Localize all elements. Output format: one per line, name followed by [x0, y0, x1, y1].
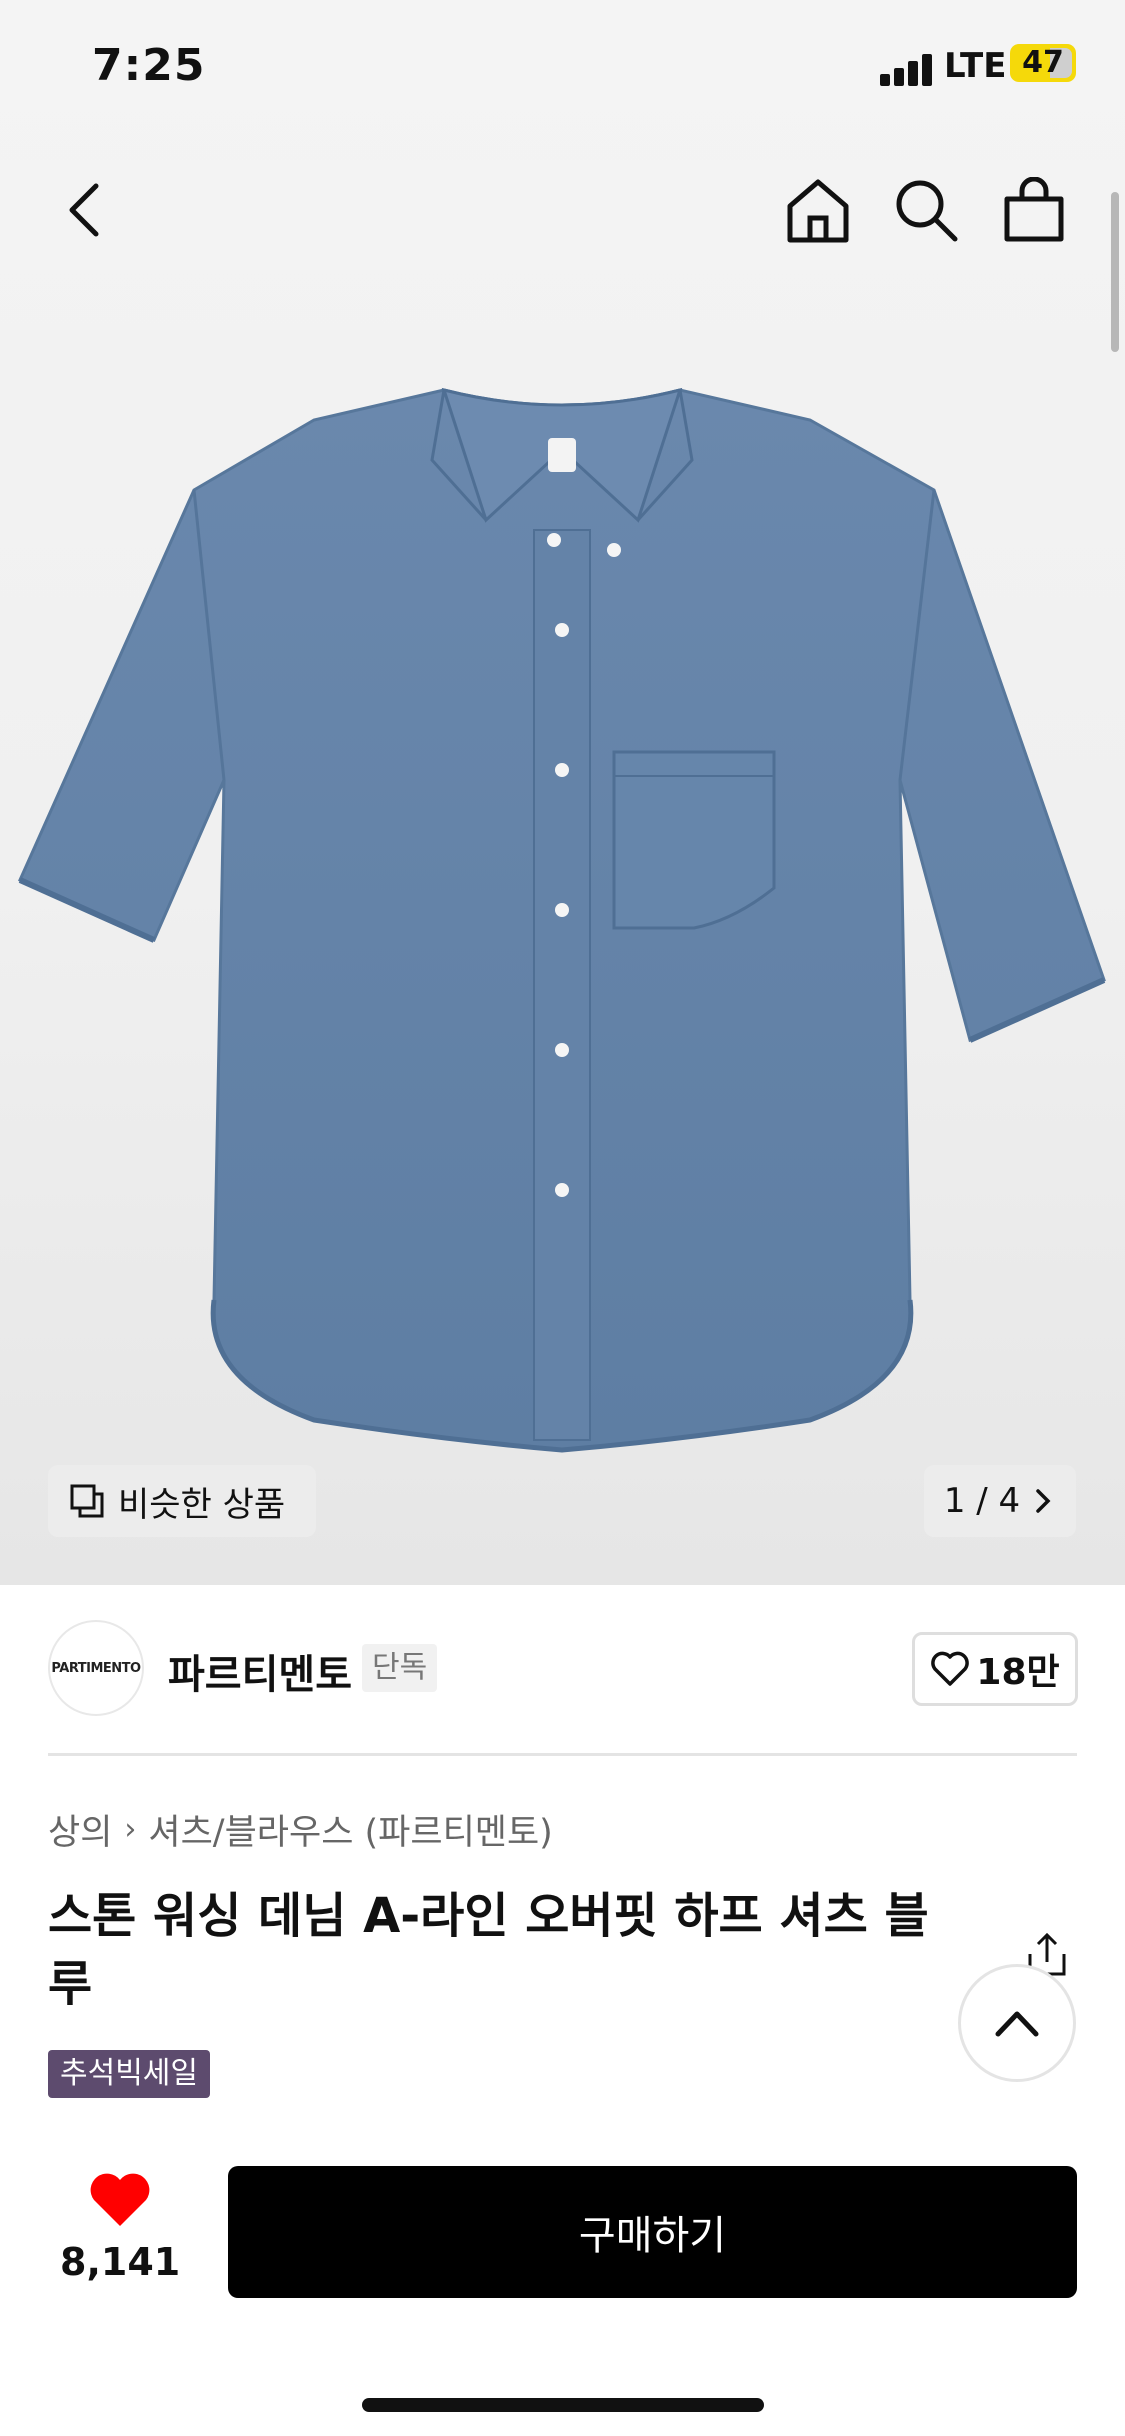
buy-button[interactable]: 구매하기: [228, 2166, 1077, 2298]
breadcrumb-category[interactable]: 상의: [48, 1804, 112, 1855]
product-photo-shirt: [18, 387, 1106, 1453]
brand-logo[interactable]: PARTIMENTO: [48, 1620, 144, 1716]
home-icon: [787, 179, 849, 243]
page-indicator-text: 1 / 4: [943, 1481, 1021, 1521]
search-button[interactable]: [886, 170, 966, 250]
product-title: 스톤 워싱 데님 A-라인 오버핏 하프 셔츠 블루: [48, 1888, 929, 2012]
chevron-up-icon: [995, 2011, 1039, 2037]
brand-like-count: 18만: [976, 1652, 1060, 1693]
product-image-gallery[interactable]: 7:25 LTE 47 비슷한 상품 1 / 4: [0, 0, 1125, 1585]
divider: [48, 1753, 1077, 1756]
scroll-indicator: [1111, 192, 1119, 352]
status-time: 7:25: [92, 40, 206, 91]
search-icon: [896, 180, 958, 242]
similar-products-label: 비슷한 상품: [118, 1484, 286, 1525]
network-label: LTE: [944, 46, 1007, 86]
sale-badge: 추석빅세일: [48, 2050, 210, 2098]
battery-level: 47: [1022, 45, 1064, 80]
exclusive-badge: 단독: [362, 1644, 438, 1692]
brand-name[interactable]: 파르티멘토: [168, 1642, 352, 1700]
signal-icon: [880, 52, 936, 86]
cart-button[interactable]: [994, 170, 1074, 250]
shopping-bag-icon: [1004, 177, 1064, 242]
home-indicator: [362, 2398, 764, 2412]
copy-icon: [70, 1484, 104, 1518]
wishlist-count: 8,141: [60, 2240, 181, 2284]
breadcrumb-subcategory[interactable]: 셔츠/블라우스 (파르티멘토): [148, 1804, 552, 1855]
heart-outline-icon: [931, 1651, 970, 1686]
back-button[interactable]: [44, 170, 124, 250]
chevron-right-icon: [1036, 1489, 1051, 1513]
similar-products-button[interactable]: 비슷한 상품: [48, 1465, 316, 1537]
home-button[interactable]: [778, 170, 858, 250]
battery-icon: 47: [1010, 44, 1076, 82]
chevron-right-icon: ›: [124, 1812, 137, 1847]
brand-like-button[interactable]: 18만: [912, 1632, 1078, 1706]
breadcrumb: 상의 › 셔츠/블라우스 (파르티멘토): [48, 1804, 553, 1855]
brand-logo-text: PARTIMENTO: [51, 1660, 141, 1676]
image-page-indicator[interactable]: 1 / 4: [924, 1465, 1076, 1537]
status-bar: 7:25 LTE 47: [0, 40, 1125, 100]
wishlist-button[interactable]: 8,141: [60, 2170, 180, 2290]
heart-filled-icon: [90, 2173, 150, 2226]
scroll-to-top-button[interactable]: [958, 1964, 1076, 2082]
chevron-left-icon: [69, 183, 99, 237]
